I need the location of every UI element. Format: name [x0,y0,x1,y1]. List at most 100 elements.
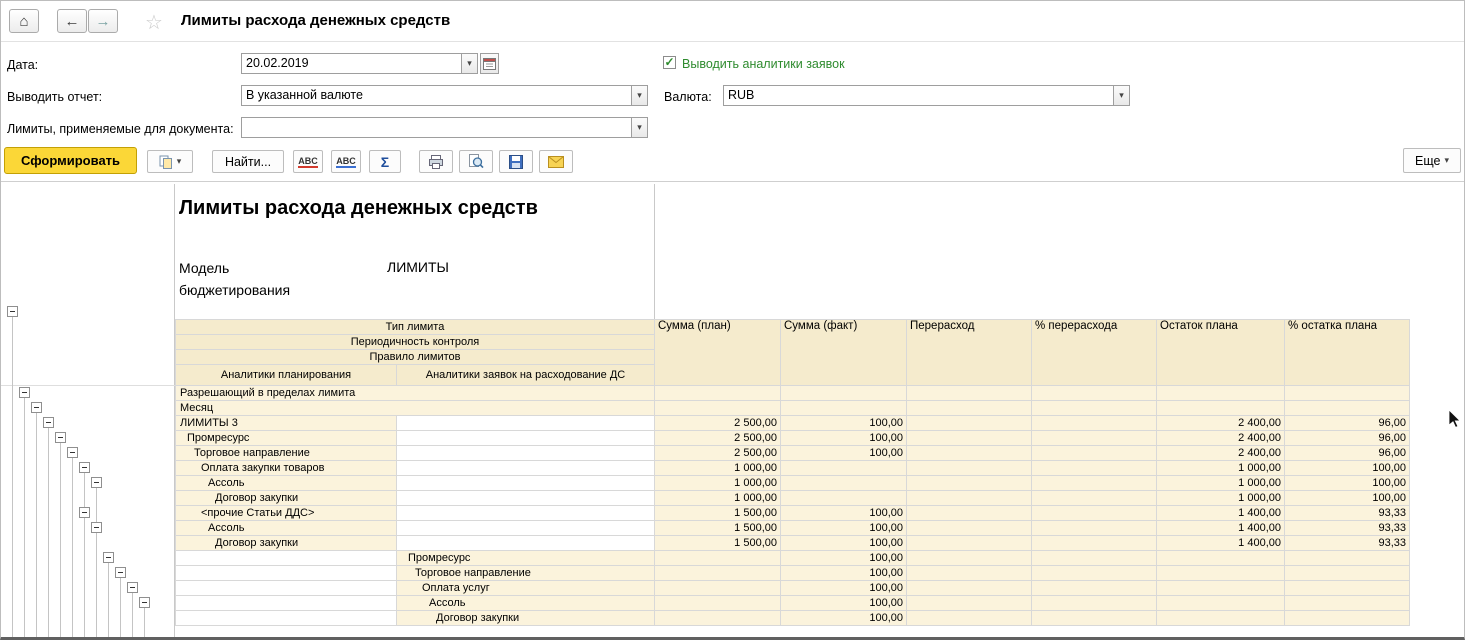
column-header[interactable]: % остатка плана [1284,319,1410,386]
report-cell-empty[interactable] [396,475,655,491]
report-cell-value[interactable]: 2 500,00 [654,430,781,446]
report-cell-value[interactable] [906,430,1032,446]
group-collapse-toggle[interactable] [43,417,54,428]
report-cell-value[interactable] [906,460,1032,476]
report-cell-value[interactable] [906,580,1032,596]
report-cell-value[interactable] [654,580,781,596]
column-header[interactable]: Перерасход [906,319,1032,386]
report-cell-value[interactable] [1284,565,1410,581]
report-cell-value[interactable]: 100,00 [780,550,907,566]
report-cell-value[interactable] [906,565,1032,581]
column-header[interactable]: Сумма (факт) [780,319,907,386]
report-cell-empty[interactable] [175,550,397,566]
report-cell-value[interactable] [906,610,1032,626]
report-cell-label[interactable]: Месяц [175,400,655,416]
find-button[interactable]: Найти... [212,150,284,173]
report-cell-value[interactable] [780,460,907,476]
report-cell-value[interactable] [1156,400,1285,416]
report-cell-value[interactable]: 100,00 [780,565,907,581]
report-cell-value[interactable] [906,490,1032,506]
more-button[interactable]: Еще ▾ [1403,148,1461,173]
report-cell-value[interactable] [1156,565,1285,581]
report-cell-value[interactable] [1284,385,1410,401]
report-cell-label[interactable]: Промресурс [396,550,655,566]
report-cell-value[interactable]: 100,00 [780,415,907,431]
report-cell-value[interactable]: 100,00 [780,595,907,611]
report-cell-value[interactable]: 93,33 [1284,505,1410,521]
report-cell-value[interactable] [1031,490,1157,506]
report-cell-value[interactable]: 1 000,00 [1156,460,1285,476]
report-cell-value[interactable] [654,595,781,611]
report-cell-value[interactable] [906,550,1032,566]
report-cell-value[interactable] [1284,550,1410,566]
report-cell-value[interactable]: 100,00 [1284,490,1410,506]
report-cell-value[interactable] [1031,445,1157,461]
preview-button[interactable] [459,150,493,173]
sum-button[interactable]: Σ [369,150,401,173]
report-cell-value[interactable] [654,385,781,401]
report-cell-value[interactable]: 1 000,00 [654,490,781,506]
report-cell-value[interactable] [906,520,1032,536]
report-cell-value[interactable]: 100,00 [1284,475,1410,491]
report-cell-value[interactable] [1031,475,1157,491]
report-cell-value[interactable]: 1 500,00 [654,535,781,551]
report-mode-select[interactable]: В указанной валюте [241,85,632,106]
group-collapse-toggle[interactable] [31,402,42,413]
report-cell-value[interactable]: 2 400,00 [1156,415,1285,431]
report-cell-empty[interactable] [396,415,655,431]
report-cell-value[interactable] [1031,385,1157,401]
report-cell-value[interactable]: 93,33 [1284,535,1410,551]
report-cell-value[interactable] [780,400,907,416]
limits-dropdown-button[interactable]: ▾ [631,117,648,138]
group-collapse-toggle[interactable] [67,447,78,458]
report-cell-value[interactable]: 1 400,00 [1156,520,1285,536]
report-cell-value[interactable] [780,490,907,506]
report-cell-value[interactable] [1031,565,1157,581]
report-cell-value[interactable] [654,550,781,566]
report-cell-value[interactable] [906,385,1032,401]
report-cell-label[interactable]: Договор закупки [175,490,397,506]
report-cell-empty[interactable] [396,490,655,506]
report-cell-value[interactable] [780,385,907,401]
column-header[interactable]: Сумма (план) [654,319,781,386]
report-cell-value[interactable]: 93,33 [1284,520,1410,536]
report-cell-value[interactable] [1031,505,1157,521]
date-input[interactable]: 20.02.2019 [241,53,462,74]
report-cell-value[interactable] [654,610,781,626]
report-cell-value[interactable]: 96,00 [1284,415,1410,431]
report-cell-value[interactable] [1031,550,1157,566]
abc-edit-button[interactable]: ABC [331,150,361,173]
report-cell-value[interactable]: 2 500,00 [654,415,781,431]
report-cell-value[interactable] [906,505,1032,521]
group-collapse-toggle[interactable] [127,582,138,593]
report-cell-label[interactable]: Договор закупки [175,535,397,551]
report-cell-value[interactable] [906,445,1032,461]
report-cell-value[interactable] [1031,400,1157,416]
report-cell-value[interactable] [1284,595,1410,611]
report-cell-value[interactable] [1156,550,1285,566]
group-collapse-toggle[interactable] [139,597,150,608]
report-cell-value[interactable] [906,535,1032,551]
report-cell-label[interactable]: Оплата закупки товаров [175,460,397,476]
group-collapse-toggle[interactable] [103,552,114,563]
report-cell-value[interactable]: 2 500,00 [654,445,781,461]
report-cell-value[interactable]: 100,00 [780,610,907,626]
report-cell-value[interactable] [654,565,781,581]
report-cell-empty[interactable] [175,580,397,596]
date-dropdown-button[interactable]: ▾ [461,53,478,74]
report-cell-value[interactable]: 1 000,00 [654,475,781,491]
report-cell-value[interactable] [780,475,907,491]
group-collapse-toggle[interactable] [115,567,126,578]
print-button[interactable] [419,150,453,173]
report-cell-value[interactable]: 1 500,00 [654,520,781,536]
report-cell-value[interactable]: 1 000,00 [1156,490,1285,506]
column-header[interactable]: Тип лимита [175,319,655,335]
report-cell-value[interactable] [1156,610,1285,626]
group-collapse-toggle[interactable] [79,507,90,518]
report-cell-value[interactable] [1156,385,1285,401]
report-cell-label[interactable]: Ассоль [175,520,397,536]
report-cell-value[interactable] [906,475,1032,491]
report-cell-value[interactable] [1031,535,1157,551]
report-cell-empty[interactable] [396,505,655,521]
report-cell-label[interactable]: Ассоль [396,595,655,611]
